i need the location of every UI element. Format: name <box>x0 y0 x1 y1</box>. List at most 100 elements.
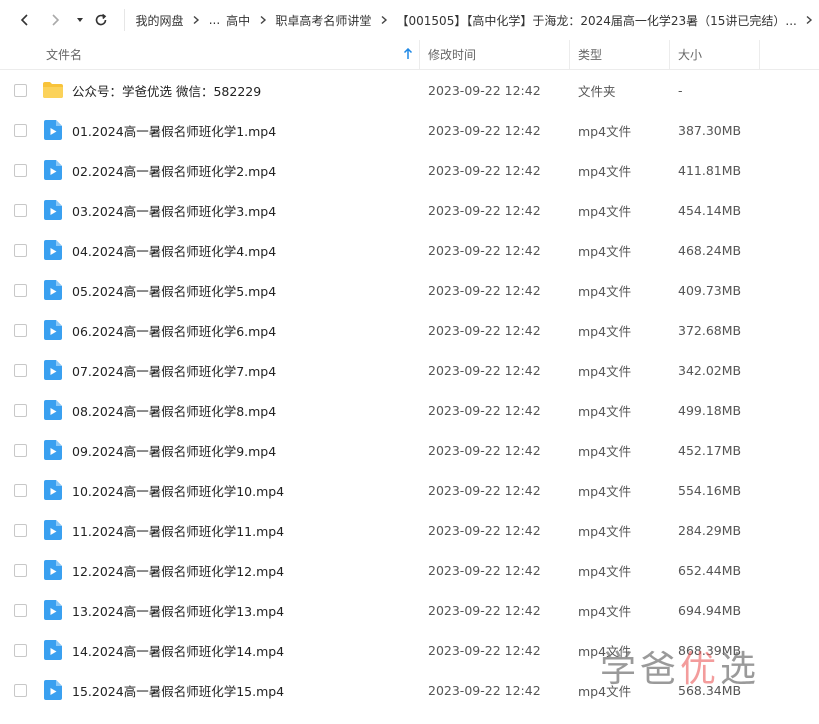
table-row[interactable]: 09.2024高一暑假名师班化学9.mp4 2023-09-22 12:42 mp4… <box>0 430 819 470</box>
table-row[interactable]: 03.2024高一暑假名师班化学3.mp4 2023-09-22 12:42 mp4… <box>0 190 819 230</box>
file-name[interactable]: 05.2024高一暑假名师班化学5.mp4 <box>72 281 276 300</box>
row-checkbox[interactable] <box>13 643 27 657</box>
row-checkbox-cell[interactable] <box>0 323 40 337</box>
file-name[interactable]: 15.2024高一暑假名师班化学15.mp4 <box>72 681 284 700</box>
file-name[interactable]: 11.2024高一暑假名师班化学11.mp4 <box>72 521 284 540</box>
modified-time: 2023-09-22 12:42 <box>428 242 541 258</box>
table-row[interactable]: 15.2024高一暑假名师班化学15.mp4 2023-09-22 12:42 mp… <box>0 670 819 710</box>
row-checkbox[interactable] <box>13 123 27 137</box>
file-name[interactable]: 06.2024高一暑假名师班化学6.mp4 <box>72 321 276 340</box>
row-checkbox[interactable] <box>13 83 27 97</box>
table-row[interactable]: 10.2024高一暑假名师班化学10.mp4 2023-09-22 12:42 mp… <box>0 470 819 510</box>
file-name-cell[interactable]: 04.2024高一暑假名师班化学4.mp4 <box>40 239 420 261</box>
file-name-cell[interactable]: 10.2024高一暑假名师班化学10.mp4 <box>40 479 420 501</box>
file-name[interactable]: 04.2024高一暑假名师班化学4.mp4 <box>72 241 276 260</box>
row-checkbox-cell[interactable] <box>0 283 40 297</box>
row-checkbox-cell[interactable] <box>0 643 40 657</box>
modified-time: 2023-09-22 12:42 <box>428 122 541 138</box>
table-row[interactable]: 11.2024高一暑假名师班化学11.mp4 2023-09-22 12:42 mp… <box>0 510 819 550</box>
file-name[interactable]: 公众号：学爸优选 微信：582229 <box>72 81 261 100</box>
file-name[interactable]: 13.2024高一暑假名师班化学13.mp4 <box>72 601 284 620</box>
file-name[interactable]: 01.2024高一暑假名师班化学1.mp4 <box>72 121 276 140</box>
row-checkbox[interactable] <box>13 163 27 177</box>
video-file-icon <box>42 479 64 501</box>
breadcrumb-item[interactable]: 高中 <box>223 12 253 29</box>
breadcrumb-item[interactable]: ... <box>206 13 223 27</box>
forward-button[interactable] <box>42 7 68 33</box>
row-checkbox[interactable] <box>13 683 27 697</box>
file-name[interactable]: 03.2024高一暑假名师班化学3.mp4 <box>72 201 276 220</box>
chevron-right-icon <box>256 13 269 27</box>
header-select-all[interactable] <box>0 40 40 70</box>
row-checkbox[interactable] <box>13 523 27 537</box>
row-checkbox[interactable] <box>13 603 27 617</box>
file-name-cell[interactable]: 15.2024高一暑假名师班化学15.mp4 <box>40 679 420 701</box>
column-header-type[interactable]: 类型 <box>570 39 670 70</box>
breadcrumb-item[interactable]: 我的网盘 <box>133 12 187 29</box>
row-checkbox[interactable] <box>13 403 27 417</box>
row-checkbox-cell[interactable] <box>0 203 40 217</box>
row-checkbox[interactable] <box>13 363 27 377</box>
file-name-cell[interactable]: 01.2024高一暑假名师班化学1.mp4 <box>40 119 420 141</box>
row-checkbox[interactable] <box>13 443 27 457</box>
row-checkbox-cell[interactable] <box>0 523 40 537</box>
file-name-cell[interactable]: 06.2024高一暑假名师班化学6.mp4 <box>40 319 420 341</box>
row-checkbox[interactable] <box>13 323 27 337</box>
row-checkbox-cell[interactable] <box>0 123 40 137</box>
row-checkbox-cell[interactable] <box>0 243 40 257</box>
modified-time: 2023-09-22 12:42 <box>428 202 541 218</box>
table-row[interactable]: 06.2024高一暑假名师班化学6.mp4 2023-09-22 12:42 mp4… <box>0 310 819 350</box>
file-name[interactable]: 10.2024高一暑假名师班化学10.mp4 <box>72 481 284 500</box>
row-checkbox-cell[interactable] <box>0 403 40 417</box>
file-name[interactable]: 12.2024高一暑假名师班化学12.mp4 <box>72 561 284 580</box>
row-checkbox[interactable] <box>13 203 27 217</box>
table-row[interactable]: 05.2024高一暑假名师班化学5.mp4 2023-09-22 12:42 mp4… <box>0 270 819 310</box>
row-checkbox[interactable] <box>13 483 27 497</box>
table-row[interactable]: 07.2024高一暑假名师班化学7.mp4 2023-09-22 12:42 mp4… <box>0 350 819 390</box>
row-checkbox-cell[interactable] <box>0 443 40 457</box>
file-name[interactable]: 09.2024高一暑假名师班化学9.mp4 <box>72 441 276 460</box>
row-checkbox[interactable] <box>13 243 27 257</box>
table-row[interactable]: 12.2024高一暑假名师班化学12.mp4 2023-09-22 12:42 mp… <box>0 550 819 590</box>
file-name-cell[interactable]: 03.2024高一暑假名师班化学3.mp4 <box>40 199 420 221</box>
row-checkbox-cell[interactable] <box>0 683 40 697</box>
file-name-cell[interactable]: 09.2024高一暑假名师班化学9.mp4 <box>40 439 420 461</box>
table-row[interactable]: 02.2024高一暑假名师班化学2.mp4 2023-09-22 12:42 mp4… <box>0 150 819 190</box>
table-row[interactable]: 14.2024高一暑假名师班化学14.mp4 2023-09-22 12:42 mp… <box>0 630 819 670</box>
file-name-cell[interactable]: 02.2024高一暑假名师班化学2.mp4 <box>40 159 420 181</box>
row-checkbox[interactable] <box>13 283 27 297</box>
row-checkbox-cell[interactable] <box>0 603 40 617</box>
file-name-cell[interactable]: 12.2024高一暑假名师班化学12.mp4 <box>40 559 420 581</box>
row-checkbox-cell[interactable] <box>0 83 40 97</box>
chevron-right-icon <box>52 14 59 26</box>
row-checkbox-cell[interactable] <box>0 363 40 377</box>
breadcrumb-item-current[interactable]: 【001505】【高中化学】于海龙：2024届高一化学23暑（15讲已完结）..… <box>394 12 800 29</box>
table-row[interactable]: 01.2024高一暑假名师班化学1.mp4 2023-09-22 12:42 mp4… <box>0 110 819 150</box>
file-name-cell[interactable]: 14.2024高一暑假名师班化学14.mp4 <box>40 639 420 661</box>
table-row[interactable]: 08.2024高一暑假名师班化学8.mp4 2023-09-22 12:42 mp4… <box>0 390 819 430</box>
table-row[interactable]: 04.2024高一暑假名师班化学4.mp4 2023-09-22 12:42 mp4… <box>0 230 819 270</box>
column-header-name[interactable]: 文件名 <box>40 39 420 70</box>
column-header-size[interactable]: 大小 <box>670 39 760 70</box>
file-name[interactable]: 14.2024高一暑假名师班化学14.mp4 <box>72 641 284 660</box>
row-checkbox-cell[interactable] <box>0 563 40 577</box>
back-button[interactable] <box>12 7 38 33</box>
refresh-button[interactable] <box>88 7 114 33</box>
file-name-cell[interactable]: 公众号：学爸优选 微信：582229 <box>40 79 420 101</box>
table-row[interactable]: 13.2024高一暑假名师班化学13.mp4 2023-09-22 12:42 mp… <box>0 590 819 630</box>
breadcrumb-item[interactable]: 职卓高考名师讲堂 <box>272 12 374 29</box>
file-name-cell[interactable]: 08.2024高一暑假名师班化学8.mp4 <box>40 399 420 421</box>
file-name-cell[interactable]: 11.2024高一暑假名师班化学11.mp4 <box>40 519 420 541</box>
column-header-time[interactable]: 修改时间 <box>420 39 570 70</box>
file-name[interactable]: 07.2024高一暑假名师班化学7.mp4 <box>72 361 276 380</box>
file-name-cell[interactable]: 07.2024高一暑假名师班化学7.mp4 <box>40 359 420 381</box>
table-row[interactable]: 公众号：学爸优选 微信：582229 2023-09-22 12:42 文件夹 - <box>0 70 819 110</box>
row-checkbox-cell[interactable] <box>0 163 40 177</box>
file-name[interactable]: 02.2024高一暑假名师班化学2.mp4 <box>72 161 276 180</box>
history-dropdown-button[interactable] <box>72 7 88 33</box>
row-checkbox[interactable] <box>13 563 27 577</box>
file-name-cell[interactable]: 05.2024高一暑假名师班化学5.mp4 <box>40 279 420 301</box>
file-name[interactable]: 08.2024高一暑假名师班化学8.mp4 <box>72 401 276 420</box>
file-name-cell[interactable]: 13.2024高一暑假名师班化学13.mp4 <box>40 599 420 621</box>
row-checkbox-cell[interactable] <box>0 483 40 497</box>
